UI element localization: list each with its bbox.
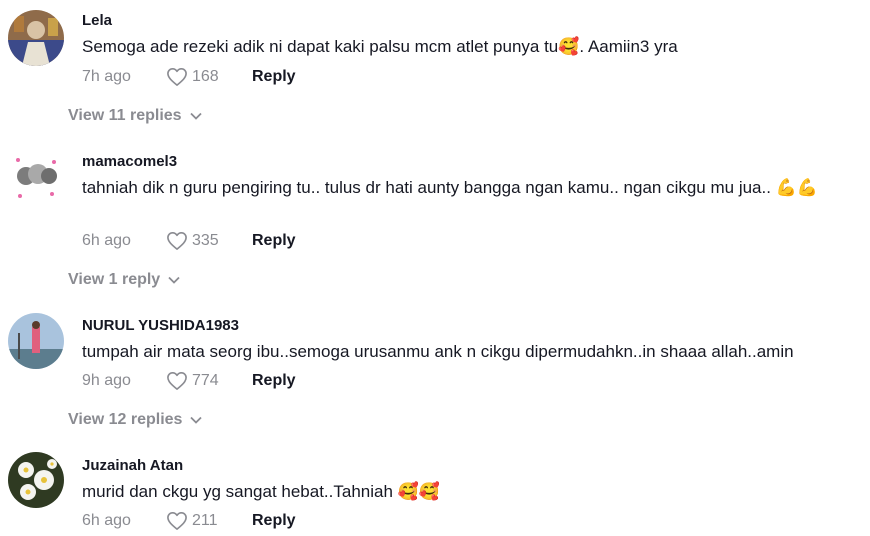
avatar[interactable]	[8, 10, 64, 66]
timestamp: 9h ago	[82, 372, 131, 389]
avatar-image	[8, 150, 64, 206]
like-button[interactable]: 335	[166, 231, 242, 251]
timestamp: 6h ago	[82, 512, 131, 529]
heart-outline-icon	[167, 372, 187, 390]
comment-meta: 6h ago 211 Reply	[82, 510, 296, 532]
comment-text: Semoga ade rezeki adik ni dapat kaki pal…	[82, 37, 678, 56]
like-button[interactable]: 211	[166, 511, 242, 531]
heart-outline-icon	[167, 512, 187, 530]
heart-outline-icon	[167, 68, 187, 86]
view-replies-button[interactable]: View 1 reply	[68, 271, 180, 289]
reply-button[interactable]: Reply	[252, 68, 296, 86]
timestamp: 6h ago	[82, 232, 131, 249]
comment-text: murid dan ckgu yg sangat hebat..Tahniah …	[82, 482, 440, 501]
like-count: 211	[192, 512, 218, 529]
avatar[interactable]	[8, 452, 64, 508]
view-replies-label: View 1 reply	[68, 271, 161, 288]
chevron-down-icon	[189, 112, 202, 120]
view-replies-label: View 12 replies	[68, 411, 183, 428]
comment-text: tahniah dik n guru pengiring tu.. tulus …	[82, 178, 819, 197]
like-button[interactable]: 168	[166, 67, 242, 87]
avatar[interactable]	[8, 150, 64, 206]
avatar[interactable]	[8, 313, 64, 369]
chevron-down-icon	[190, 416, 203, 424]
view-replies-button[interactable]: View 12 replies	[68, 411, 203, 429]
reply-button[interactable]: Reply	[252, 512, 296, 530]
like-count: 774	[192, 372, 219, 389]
username[interactable]: Lela	[82, 12, 112, 29]
view-replies-label: View 11 replies	[68, 107, 182, 124]
comment-meta: 7h ago 168 Reply	[82, 66, 296, 88]
avatar-image	[8, 10, 64, 66]
username[interactable]: NURUL YUSHIDA1983	[82, 317, 239, 334]
like-count: 335	[192, 232, 219, 249]
username[interactable]: Juzainah Atan	[82, 457, 183, 474]
timestamp: 7h ago	[82, 68, 131, 85]
reply-button[interactable]: Reply	[252, 232, 296, 250]
like-count: 168	[192, 68, 219, 85]
chevron-down-icon	[168, 276, 180, 284]
username[interactable]: mamacomel3	[82, 153, 177, 170]
heart-outline-icon	[167, 232, 187, 250]
reply-button[interactable]: Reply	[252, 372, 296, 390]
comment-meta: 9h ago 774 Reply	[82, 370, 296, 392]
view-replies-button[interactable]: View 11 replies	[68, 107, 202, 125]
avatar-image	[8, 313, 64, 369]
comment-text: tumpah air mata seorg ibu..semoga urusan…	[82, 342, 794, 361]
like-button[interactable]: 774	[166, 371, 242, 391]
comment-meta: 6h ago 335 Reply	[82, 230, 296, 252]
avatar-image	[8, 452, 64, 508]
